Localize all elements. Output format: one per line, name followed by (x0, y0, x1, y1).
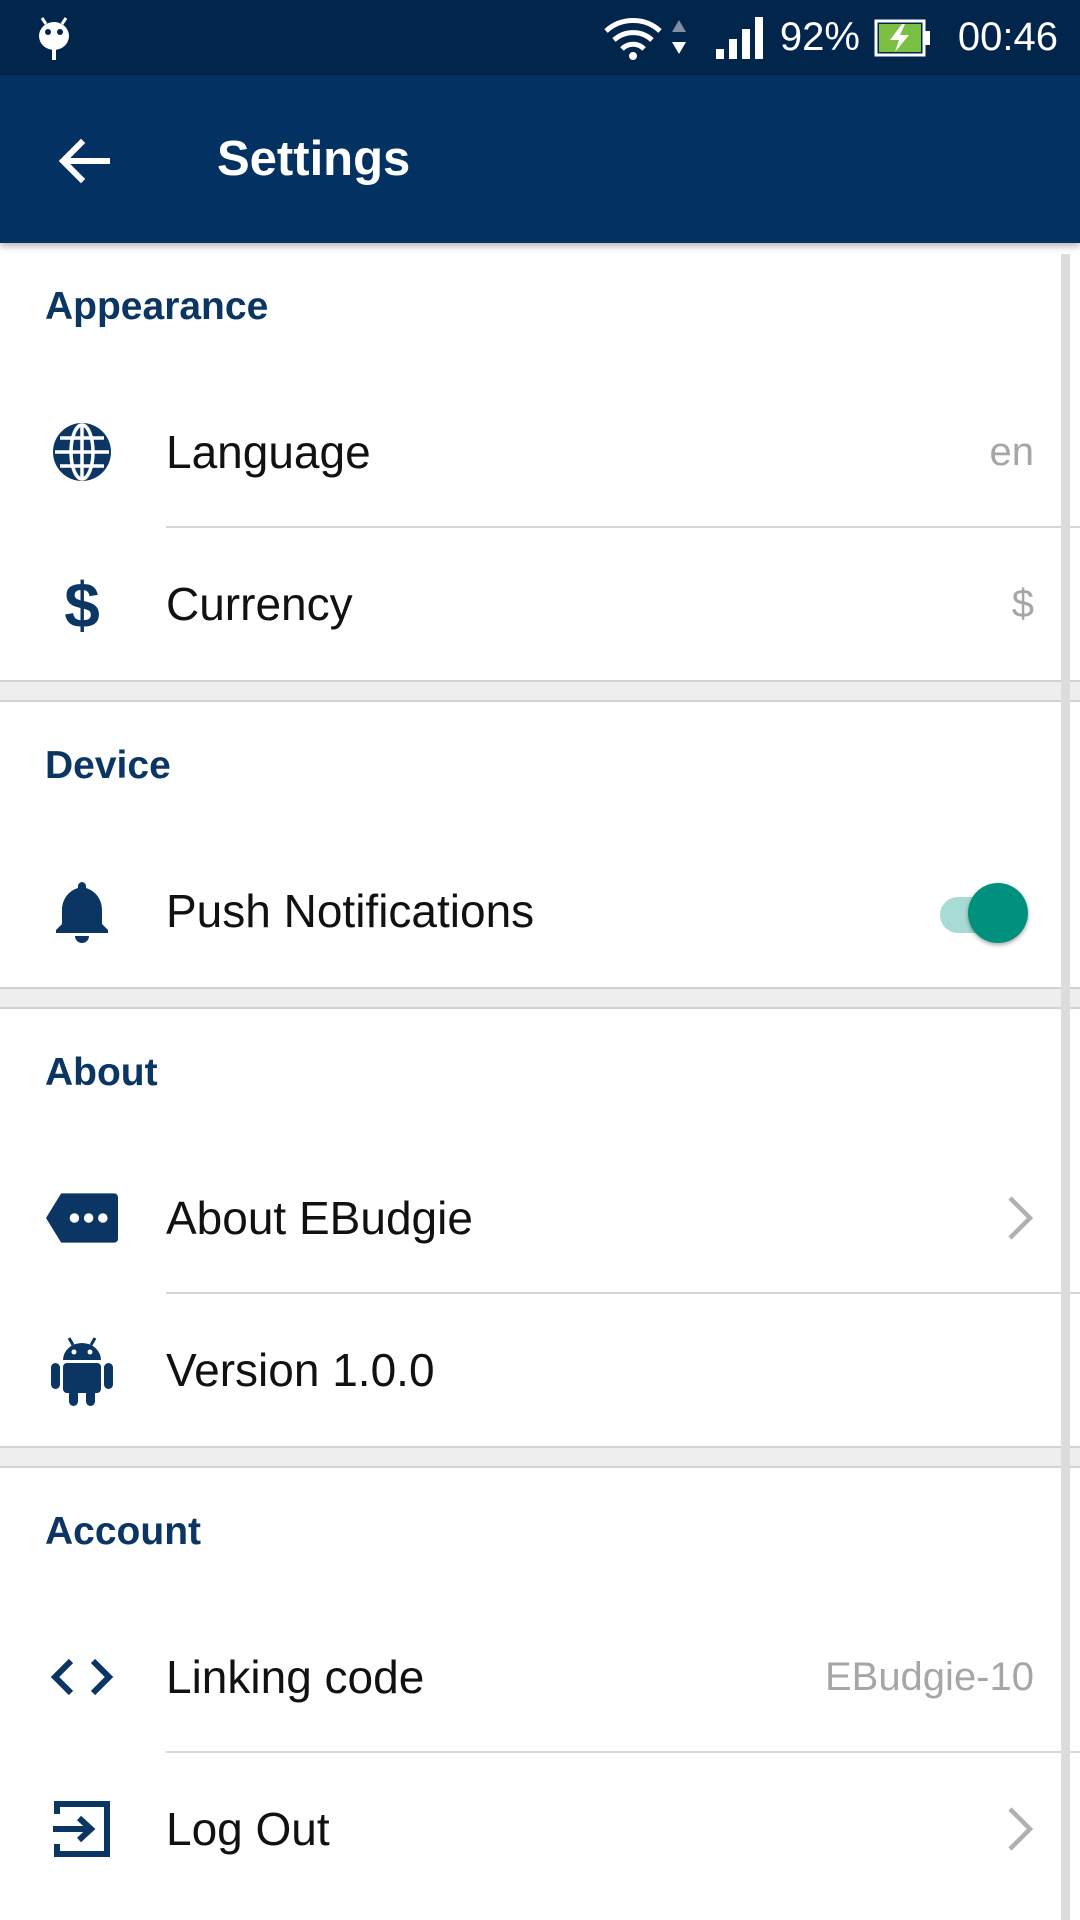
currency-label: Currency (166, 578, 353, 630)
battery-charging-icon (874, 19, 930, 56)
scrollbar[interactable] (1061, 254, 1070, 1920)
language-label: Language (166, 426, 371, 478)
svg-text:$: $ (64, 571, 100, 637)
section-header: Account (45, 1510, 201, 1553)
signal-icon (715, 16, 763, 59)
wifi-icon (604, 17, 662, 60)
toggle-knob (968, 883, 1028, 943)
section-header: Device (45, 744, 171, 787)
notification-icon (39, 17, 69, 60)
logout-label: Log Out (166, 1803, 330, 1855)
version-row: Version 1.0.0 (0, 1294, 1080, 1446)
section-header: About (45, 1051, 158, 1094)
linking-code-label: Linking code (166, 1651, 425, 1703)
dollar-icon: $ (46, 568, 118, 640)
section-divider (0, 1446, 1080, 1468)
about-ebudgie-row[interactable]: About EBudgie (0, 1142, 1080, 1294)
section-header: Appearance (45, 285, 269, 328)
back-button[interactable] (48, 125, 120, 197)
currency-value: $ (1011, 581, 1034, 626)
globe-icon (46, 416, 118, 488)
section-divider (0, 680, 1080, 702)
version-label: Version 1.0.0 (166, 1344, 435, 1396)
chevron-right-icon (1008, 1807, 1034, 1851)
currency-row[interactable]: $ Currency $ (0, 528, 1080, 680)
linking-code-row[interactable]: Linking code EBudgie-10 (0, 1601, 1080, 1753)
about-ebudgie-label: About EBudgie (166, 1192, 473, 1244)
section-account: Account Linking code EBudgie-10 Log Out (0, 1468, 1080, 1905)
data-arrows-icon (671, 19, 686, 54)
language-row[interactable]: Language en (0, 376, 1080, 528)
language-value: en (989, 429, 1035, 474)
settings-list: Appearance Language en $ Currency $ Devi… (0, 243, 1080, 1920)
linking-code-value: EBudgie-10 (824, 1654, 1034, 1699)
page-title: Settings (217, 132, 411, 186)
logout-row[interactable]: Log Out (0, 1753, 1080, 1905)
code-icon (46, 1641, 118, 1713)
logout-icon (46, 1793, 118, 1865)
chevron-right-icon (1008, 1196, 1034, 1240)
push-notifications-label: Push Notifications (166, 885, 535, 937)
push-notifications-row[interactable]: Push Notifications (0, 835, 1080, 987)
battery-percent: 92% (779, 15, 860, 59)
section-about: About About EBudgie Version 1.0.0 (0, 1009, 1080, 1446)
app-bar: Settings (0, 75, 1080, 243)
bell-icon (46, 875, 118, 947)
android-icon (46, 1334, 118, 1406)
push-notifications-toggle[interactable] (932, 881, 1028, 943)
ellipsis-tag-icon (46, 1182, 118, 1254)
section-device: Device Push Notifications (0, 702, 1080, 987)
status-bar: 92% 00:46 (0, 0, 1080, 75)
section-divider (0, 987, 1080, 1009)
section-appearance: Appearance Language en $ Currency $ (0, 243, 1080, 680)
arrow-left-icon (58, 138, 110, 184)
clock: 00:46 (957, 15, 1058, 59)
